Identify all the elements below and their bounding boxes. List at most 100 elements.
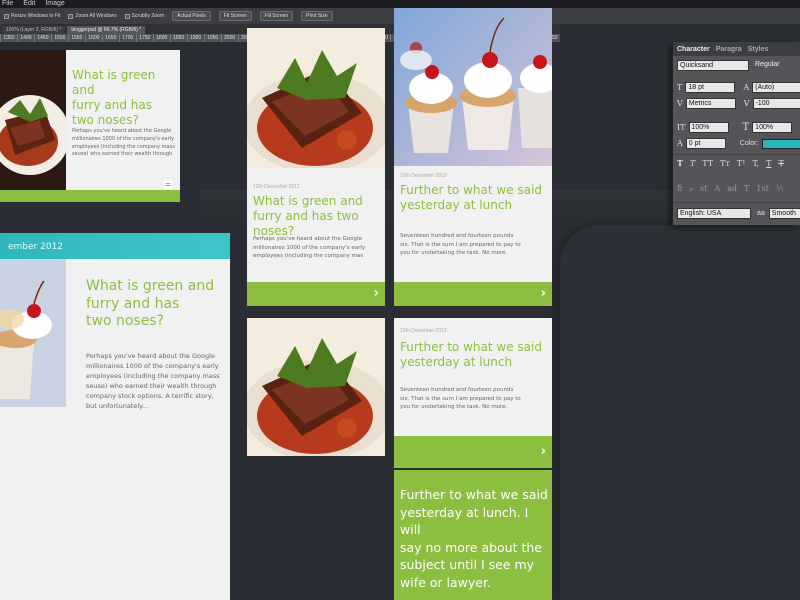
faux-bold-icon[interactable]: T — [677, 158, 683, 168]
ruler-tick: 1750 — [135, 34, 153, 42]
font-style-select[interactable]: Regular — [753, 60, 793, 71]
blog-card-e[interactable] — [247, 318, 385, 456]
card-excerpt: Perhaps you've heard about the Google mil… — [86, 352, 220, 411]
ruler-tick: 1950 — [203, 34, 221, 42]
leading-icon: A — [743, 83, 750, 92]
card-heading: What is green and furry and has two noses? — [72, 68, 156, 127]
card-excerpt: Seventeen hundred and fourteen pounds six… — [400, 233, 521, 257]
character-panel: Character Paragra Styles Quicksand Regul… — [672, 42, 800, 225]
document-tab[interactable]: 100% (Layer 2, RGB/8) * — [2, 26, 66, 34]
steak-photo — [247, 318, 385, 456]
subscript-icon[interactable]: T, — [752, 159, 759, 168]
font-size-icon: T — [677, 83, 683, 92]
scrubby-zoom-checkbox[interactable]: Scrubby Zoom — [124, 13, 164, 19]
horizontal-scale-field[interactable]: 100% — [752, 122, 793, 133]
card-heading[interactable]: What is green and furry and has two noses… — [253, 194, 385, 239]
cupcake-photo — [394, 8, 552, 166]
blog-card-b[interactable]: 12th December 2012 What is green and furr… — [247, 28, 385, 306]
card-footer: › — [394, 282, 552, 306]
blog-card-f[interactable]: 12th December 2012 Further to what we sa… — [394, 318, 552, 468]
tab-styles[interactable]: Styles — [748, 46, 769, 53]
antialias-select[interactable]: Smooth — [768, 208, 800, 219]
ligatures-icon[interactable]: fi — [677, 184, 682, 193]
steak-photo — [247, 28, 385, 168]
panel-tabs: Character Paragra Styles — [673, 42, 800, 56]
ruler-tick: 1400 — [16, 34, 34, 42]
blog-card-a[interactable]: What is green and furry and has two noses?… — [0, 50, 180, 202]
alternates-icon[interactable]: ℴ — [689, 184, 693, 193]
menu-bar: File Edit Image — [0, 0, 800, 8]
ruler-tick: 1350 — [0, 34, 17, 42]
card-heading[interactable]: What is green and furry and has two noses? — [86, 278, 214, 331]
card-excerpt: Perhaps you've heard about the Google mil… — [253, 236, 366, 260]
tracking-field[interactable]: -100 — [752, 98, 800, 109]
card-date-header: ember 2012 — [0, 233, 230, 259]
horizontal-scale-icon: T — [742, 122, 750, 133]
chevron-right-icon[interactable]: › — [541, 286, 546, 301]
chevron-right-icon[interactable]: › — [541, 444, 546, 459]
cupcake-photo — [0, 259, 66, 407]
steak-photo — [0, 50, 66, 190]
zoom-all-windows-checkbox[interactable]: Zoom All Windows — [68, 13, 117, 19]
document-icon — [164, 180, 172, 190]
document-tab-active[interactable]: bloggerpsd @ 66.7% (RGB/8) * — [67, 26, 146, 34]
chevron-right-icon[interactable]: › — [374, 286, 379, 301]
ruler-tick: 1900 — [186, 34, 204, 42]
actual-pixels-button[interactable]: Actual Pixels — [172, 11, 211, 21]
post-date: 12th December 2012 — [400, 173, 447, 179]
swash-icon[interactable]: A — [714, 184, 720, 193]
font-family-select[interactable]: Quicksand — [677, 60, 749, 71]
ordinals-icon[interactable]: 1st — [756, 184, 768, 193]
antialias-icon: aa — [757, 210, 765, 217]
discretionary-ligatures-icon[interactable]: st — [700, 184, 707, 193]
baseline-shift-field[interactable]: 0 pt — [685, 138, 726, 149]
menu-image[interactable]: Image — [45, 0, 64, 8]
ruler-tick: 1650 — [101, 34, 119, 42]
tab-character[interactable]: Character — [677, 46, 710, 53]
ruler-tick: 1800 — [152, 34, 170, 42]
color-label: Color: — [739, 140, 759, 147]
fractions-icon[interactable]: ½ — [776, 184, 784, 193]
fit-screen-button[interactable]: Fit Screen — [218, 11, 252, 21]
card-footer: › — [394, 436, 552, 468]
post-date: 12th December 2012 — [253, 184, 300, 190]
blog-card-c[interactable]: 12th December 2012 Further to what we sa… — [394, 8, 552, 306]
language-select[interactable]: English: USA — [677, 208, 751, 219]
kerning-field[interactable]: Metrics — [685, 98, 736, 109]
underline-icon[interactable]: T — [766, 159, 771, 168]
menu-file[interactable]: File — [2, 0, 13, 8]
canvas-background-panel — [560, 225, 800, 600]
small-caps-icon[interactable]: Tт — [720, 159, 730, 168]
card-heading[interactable]: Further to what we said yesterday at lunc… — [400, 183, 542, 213]
tracking-icon: V — [743, 99, 750, 108]
faux-italic-icon[interactable]: T — [690, 159, 695, 168]
stylistic-alternates-icon[interactable]: ad — [727, 184, 737, 193]
ruler-tick: 2000 — [220, 34, 238, 42]
card-footer: › — [247, 282, 385, 306]
tab-paragraph[interactable]: Paragra — [716, 46, 742, 53]
strikethrough-icon[interactable]: T — [778, 159, 783, 168]
superscript-icon[interactable]: T¹ — [737, 159, 746, 168]
font-size-field[interactable]: 18 pt — [685, 82, 736, 93]
print-size-button[interactable]: Print Size — [301, 11, 333, 21]
vertical-scale-field[interactable]: 100% — [688, 122, 729, 133]
text-color-swatch[interactable] — [762, 138, 800, 149]
blog-card-g[interactable]: Further to what we said yesterday at lunc… — [394, 470, 552, 600]
menu-edit[interactable]: Edit — [23, 0, 35, 8]
ruler-tick: 1450 — [33, 34, 51, 42]
ruler-tick: 1700 — [118, 34, 136, 42]
baseline-shift-icon: A — [677, 139, 683, 148]
ruler-tick: 1600 — [84, 34, 102, 42]
card-excerpt: Perhaps you've heard about the Google mil… — [72, 128, 175, 158]
ruler-tick: 1850 — [169, 34, 187, 42]
fill-screen-button[interactable]: Fill Screen — [259, 11, 294, 21]
all-caps-icon[interactable]: TT — [702, 159, 713, 168]
titling-alternates-icon[interactable]: T — [744, 184, 749, 193]
ruler-tick: 1550 — [67, 34, 85, 42]
card-heading[interactable]: Further to what we said yesterday at lunc… — [400, 340, 542, 370]
card-footer — [0, 180, 180, 202]
quote-text: Further to what we said yesterday at lunc… — [400, 487, 548, 590]
blog-card-d[interactable]: ember 2012 What is green and furry and ha… — [0, 233, 230, 600]
leading-field[interactable]: (Auto) — [752, 82, 800, 93]
resize-windows-checkbox[interactable]: Resize Windows to Fit — [4, 13, 60, 19]
